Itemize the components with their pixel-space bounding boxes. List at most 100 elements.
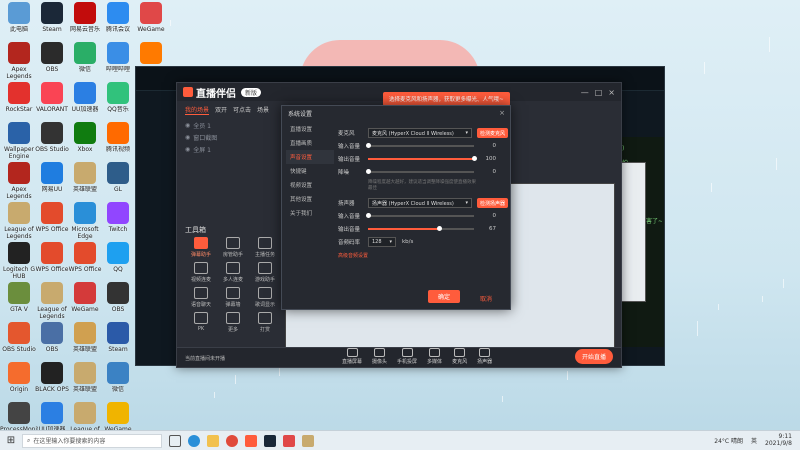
slider-knob[interactable] [366, 212, 371, 218]
bottom-tool-button[interactable]: 麦克风 [452, 348, 467, 365]
mic-input-row: 输入音量 0 [338, 139, 508, 152]
bitrate-label: 音频码率 [338, 239, 361, 246]
scene-tab[interactable]: 场景 [257, 105, 269, 115]
cancel-button[interactable]: 取消 [480, 294, 492, 303]
tool-item[interactable]: 主播任务 [249, 237, 281, 258]
app-icon [74, 362, 96, 384]
app-title: 直播伴侣 [196, 88, 236, 100]
input-language[interactable]: 英 [751, 436, 757, 445]
slider-knob[interactable] [437, 225, 443, 231]
tool-label: PK [197, 326, 205, 332]
bottom-tool-button[interactable]: 摄像头 [372, 348, 387, 365]
mic-select[interactable]: 麦克风 (HyperX Cloud II Wireless) ▾ [368, 127, 472, 138]
settings-nav-item[interactable]: 关于我们 [286, 206, 334, 220]
live-app-task-icon[interactable] [245, 434, 257, 447]
tool-item[interactable]: 视频连麦 [185, 262, 217, 283]
speaker-select[interactable]: 扬声器 (HyperX Cloud II Wireless) ▾ [368, 197, 472, 208]
speaker-input-slider[interactable] [366, 212, 474, 218]
desktop-icon[interactable]: QQ音乐 [99, 82, 137, 120]
close-icon[interactable]: × [608, 88, 615, 97]
tool-item[interactable]: 游戏助手 [249, 262, 281, 283]
task-view-icon[interactable] [169, 434, 181, 447]
eye-icon[interactable]: ◉ [185, 134, 190, 141]
bottom-tool-label: 多媒体 [427, 359, 443, 365]
desktop-icon[interactable]: GL [99, 162, 137, 200]
mic-input-slider[interactable] [366, 142, 474, 148]
start-button[interactable]: ⊞ [0, 435, 22, 446]
speaker-output-slider[interactable] [368, 225, 474, 231]
desktop-icon-label: QQ音乐 [107, 106, 129, 113]
app-icon [8, 402, 30, 424]
scene-tab[interactable]: 双开 [215, 105, 227, 115]
scene-item[interactable]: ◉ 全屏 1 [185, 143, 275, 155]
scene-tabs: 我的场景 双开 可点击 场景 [185, 105, 269, 115]
slider-knob[interactable] [366, 168, 371, 174]
app-icon [74, 282, 96, 304]
clock[interactable]: 9:11 2021/9/8 [765, 433, 792, 447]
desktop-icon[interactable]: 腾讯视频 [99, 122, 137, 160]
speaker-output-value: 67 [489, 225, 496, 232]
test-speaker-button[interactable]: 检测扬声器 [476, 197, 508, 208]
edge-icon[interactable] [188, 434, 200, 447]
tool-item[interactable]: 弹幕墙 [217, 287, 249, 308]
test-mic-button[interactable]: 检测麦克风 [476, 127, 508, 138]
steam-task-icon[interactable] [264, 434, 276, 447]
bottom-tool-button[interactable]: 直播屏幕 [342, 348, 362, 365]
tool-item[interactable]: 语音聊天 [185, 287, 217, 308]
chrome-icon[interactable] [226, 434, 238, 447]
dialog-title: 系统设置 [288, 111, 313, 118]
settings-nav-item[interactable]: 快捷键 [286, 164, 334, 178]
settings-nav-item[interactable]: 声音设置 [286, 150, 334, 164]
desktop-icon[interactable]: Steam [99, 322, 137, 360]
desktop-icon[interactable]: 微信 [99, 362, 137, 400]
desktop-icon[interactable]: WeGame [132, 2, 170, 40]
settings-nav-item[interactable]: 直播设置 [286, 122, 334, 136]
noise-label: 降噪 [338, 169, 350, 176]
scene-item[interactable]: ◉ 窗口截图 [185, 131, 275, 143]
taskbar-search[interactable]: ⌕ 在这里输入你要搜索的内容 [22, 433, 162, 448]
go-live-button[interactable]: 开始直播 [574, 349, 613, 364]
ok-button[interactable]: 确定 [428, 290, 461, 303]
lol-task-icon[interactable] [302, 434, 314, 447]
desktop-icon[interactable]: QQ [99, 242, 137, 280]
tool-item[interactable]: 更多 [217, 312, 249, 333]
mic-output-slider[interactable] [368, 155, 477, 161]
weather-text[interactable]: 24°C 晴朗 [714, 436, 743, 445]
tool-item[interactable]: 歌词显示 [249, 287, 281, 308]
settings-nav-item[interactable]: 视频设置 [286, 178, 334, 192]
maximize-icon[interactable]: □ [595, 88, 603, 97]
dialog-close-icon[interactable]: × [499, 109, 505, 117]
rain-line [783, 279, 784, 288]
tool-item[interactable]: 多人连麦 [217, 262, 249, 283]
wegame-task-icon[interactable] [283, 434, 295, 447]
slider-knob[interactable] [366, 142, 371, 148]
speaker-output-row: 输出音量 67 [338, 222, 508, 235]
slider-knob[interactable] [472, 155, 477, 161]
tool-item[interactable]: 房管助手 [217, 237, 249, 258]
app-icon [107, 82, 129, 104]
eye-icon[interactable]: ◉ [185, 122, 190, 129]
file-explorer-icon[interactable] [207, 434, 219, 447]
bottom-tool-button[interactable]: 手机投屏 [397, 348, 417, 365]
scene-tab[interactable]: 我的场景 [185, 105, 210, 115]
app-icon [74, 42, 96, 64]
bottom-tool-button[interactable]: 多媒体 [427, 348, 442, 365]
settings-nav-item[interactable]: 其他设置 [286, 192, 334, 206]
noise-slider[interactable] [366, 168, 474, 174]
scene-tab[interactable]: 可点击 [233, 105, 251, 115]
advanced-audio-link[interactable]: 高级音频设置 [338, 252, 508, 259]
bottom-tool-button[interactable]: 扬声器 [477, 348, 492, 365]
scene-item[interactable]: ◉ 全员 1 [185, 119, 275, 131]
toolbox-grid: 弹幕助手 房管助手 主播任务视频连麦 多人连麦 游戏助手语音聊天 弹幕墙 歌词显示 PK 更多 打… [185, 237, 281, 333]
minimize-icon[interactable]: — [581, 88, 589, 97]
desktop-icon[interactable]: Twitch [99, 202, 137, 240]
tool-item[interactable]: 弹幕助手 [185, 237, 217, 258]
bitrate-select[interactable]: 128 ▾ [368, 236, 396, 247]
search-icon: ⌕ [27, 436, 31, 444]
settings-nav-item[interactable]: 直播画质 [286, 136, 334, 150]
desktop-icon[interactable]: OBS [99, 282, 137, 320]
tool-item[interactable]: 打赏 [249, 312, 281, 333]
tool-item[interactable]: PK [185, 312, 217, 333]
version-badge[interactable]: 新版 [241, 87, 262, 97]
eye-icon[interactable]: ◉ [185, 146, 190, 153]
